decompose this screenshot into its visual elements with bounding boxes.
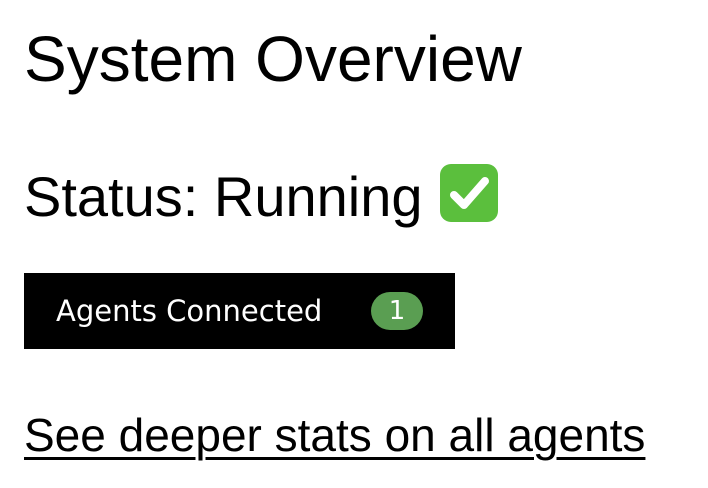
status-heading: Status: Running bbox=[24, 164, 499, 230]
deeper-stats-link[interactable]: See deeper stats on all agents bbox=[24, 408, 645, 462]
agents-connected-button[interactable]: Agents Connected 1 bbox=[24, 273, 455, 349]
page-title: System Overview bbox=[24, 23, 522, 95]
agents-count-badge: 1 bbox=[371, 292, 423, 330]
status-text: Status: Running bbox=[24, 165, 423, 228]
agents-connected-label: Agents Connected bbox=[56, 294, 323, 328]
check-mark-icon bbox=[440, 164, 499, 222]
